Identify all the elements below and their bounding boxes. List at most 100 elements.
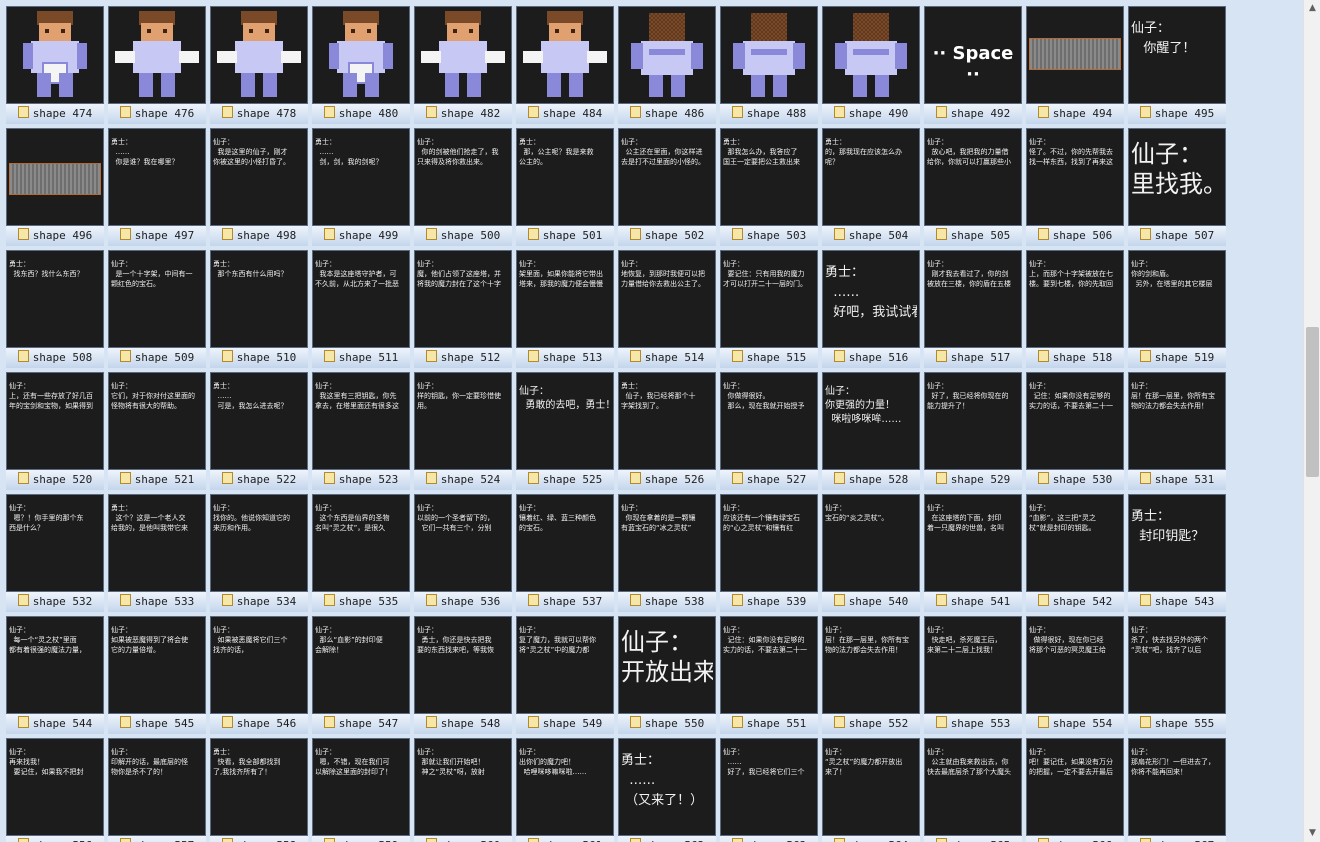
- shape-label[interactable]: shape 512: [414, 348, 512, 368]
- shape-label[interactable]: shape 510: [210, 348, 308, 368]
- shape-tile[interactable]: shape 496: [6, 128, 104, 246]
- shape-tile[interactable]: 仙子： 要记住：只有用我的魔力 才可以打开二十一层的门。 shape 515: [720, 250, 818, 368]
- shape-tile[interactable]: 仙子： 开放出来！ shape 550: [618, 616, 716, 734]
- shape-label[interactable]: shape 565: [924, 836, 1022, 842]
- shape-label[interactable]: shape 559: [312, 836, 410, 842]
- shape-tile[interactable]: 勇士： …… 你是谁？我在哪里？ shape 497: [108, 128, 206, 246]
- shape-tile[interactable]: 仙子： 我本是这座塔守护者，可 不久前，从北方来了一批恶 shape 511: [312, 250, 410, 368]
- shape-label[interactable]: shape 507: [1128, 226, 1226, 246]
- shape-label[interactable]: shape 539: [720, 592, 818, 612]
- shape-label[interactable]: shape 516: [822, 348, 920, 368]
- shape-label[interactable]: shape 498: [210, 226, 308, 246]
- shape-tile[interactable]: 仙子： 嗯，不错，现在我们可 以解除这里面的封印了！ shape 559: [312, 738, 410, 842]
- shape-label[interactable]: shape 520: [6, 470, 104, 490]
- shape-tile[interactable]: 勇士： …… 剑，剑，我的剑呢？ shape 499: [312, 128, 410, 246]
- shape-label[interactable]: shape 538: [618, 592, 716, 612]
- shape-label[interactable]: shape 515: [720, 348, 818, 368]
- shape-tile[interactable]: 仙子： 公主还在里面，你这样进 去是打不过里面的小怪的。 shape 502: [618, 128, 716, 246]
- shape-label[interactable]: shape 537: [516, 592, 614, 612]
- shape-label[interactable]: shape 536: [414, 592, 512, 612]
- shape-tile[interactable]: shape 488: [720, 6, 818, 124]
- shape-label[interactable]: shape 555: [1128, 714, 1226, 734]
- shape-label[interactable]: shape 556: [6, 836, 104, 842]
- shape-label[interactable]: shape 519: [1128, 348, 1226, 368]
- shape-label[interactable]: shape 499: [312, 226, 410, 246]
- shape-tile[interactable]: 勇士： 那个东西有什么用吗？ shape 510: [210, 250, 308, 368]
- shape-tile[interactable]: 仙子： 印解开的话，最底层的怪 物你是杀不了的！ shape 557: [108, 738, 206, 842]
- shape-tile[interactable]: 仙子： 记住：如果你没有足够的 实力的话，不要去第二十一 shape 530: [1026, 372, 1124, 490]
- shape-tile[interactable]: shape 494: [1026, 6, 1124, 124]
- shape-tile[interactable]: 仙子： 好了，我已经将你现在的 能力提升了！ shape 529: [924, 372, 1022, 490]
- shape-label[interactable]: shape 557: [108, 836, 206, 842]
- shape-tile[interactable]: 仙子： 镶着红、绿、蓝三种颜色 的宝石。 shape 537: [516, 494, 614, 612]
- shape-label[interactable]: shape 529: [924, 470, 1022, 490]
- shape-label[interactable]: shape 546: [210, 714, 308, 734]
- shape-label[interactable]: shape 521: [108, 470, 206, 490]
- shape-label[interactable]: shape 496: [6, 226, 104, 246]
- shape-tile[interactable]: 仙子： 勇士，你还是快去把我 要的东西找来吧，等我恢 shape 548: [414, 616, 512, 734]
- shape-tile[interactable]: 仙子： 上，而那个十字架被放在七 楼。要到七楼，你的先取回 shape 518: [1026, 250, 1124, 368]
- shape-tile[interactable]: 勇士： 封印钥匙？ shape 543: [1128, 494, 1226, 612]
- shape-tile[interactable]: 仙子： 宝石的“炎之灵杖”。 shape 540: [822, 494, 920, 612]
- shape-tile[interactable]: 仙子： 你的剑和盾。 另外，在塔里的其它楼层 shape 519: [1128, 250, 1226, 368]
- shape-tile[interactable]: 仙子： 层！在那一层里，你所有宝 物的法力都会失去作用！ shape 552: [822, 616, 920, 734]
- shape-tile[interactable]: 勇士： 快看，我全部都找到 了,我找齐所有了！ shape 558: [210, 738, 308, 842]
- shape-tile[interactable]: 仙子： 那扇花形门！一但进去了， 你将不能再回来！ shape 567: [1128, 738, 1226, 842]
- shape-tile[interactable]: 勇士： 找东西？找什么东西？ shape 508: [6, 250, 104, 368]
- shape-label[interactable]: shape 524: [414, 470, 512, 490]
- shape-tile[interactable]: 仙子： 嗯？！你手里的那个东 西是什么？ shape 532: [6, 494, 104, 612]
- shape-tile[interactable]: 仙子： 你现在拿着的是一颗镶 有蓝宝石的“冰之灵杖” shape 538: [618, 494, 716, 612]
- shape-label[interactable]: shape 544: [6, 714, 104, 734]
- shape-tile[interactable]: 仙子： 你做得很好。 那么，现在我就开始授予 shape 527: [720, 372, 818, 490]
- shape-tile[interactable]: 仙子： 以前的一个圣者留下的， 它们一共有三个，分别 shape 536: [414, 494, 512, 612]
- shape-label[interactable]: shape 482: [414, 104, 512, 124]
- shape-tile[interactable]: 仙子： 这个东西是仙界的圣物 名叫“灵之杖”，是很久 shape 535: [312, 494, 410, 612]
- shape-label[interactable]: shape 542: [1026, 592, 1124, 612]
- shape-tile[interactable]: shape 486: [618, 6, 716, 124]
- shape-tile[interactable]: 仙子： 里找我。 shape 507: [1128, 128, 1226, 246]
- shape-label[interactable]: shape 505: [924, 226, 1022, 246]
- shape-tile[interactable]: 仙子： 记住：如果你没有足够的 实力的话，不要去第二十一 shape 551: [720, 616, 818, 734]
- shape-label[interactable]: shape 532: [6, 592, 104, 612]
- shape-label[interactable]: shape 553: [924, 714, 1022, 734]
- shape-label[interactable]: shape 484: [516, 104, 614, 124]
- scroll-down-arrow-icon[interactable]: ▼: [1304, 825, 1320, 842]
- shape-tile[interactable]: 仙子： 你醒了！ shape 495: [1128, 6, 1226, 124]
- shape-label[interactable]: shape 561: [516, 836, 614, 842]
- shape-label[interactable]: shape 534: [210, 592, 308, 612]
- shape-tile[interactable]: 仙子： 地恢复，到那时我便可以把 力量借给你去救出公主了。 shape 514: [618, 250, 716, 368]
- shape-label[interactable]: shape 563: [720, 836, 818, 842]
- shape-label[interactable]: shape 486: [618, 104, 716, 124]
- shape-label[interactable]: shape 494: [1026, 104, 1124, 124]
- shape-tile[interactable]: 仙子： 在这座塔的下面，封印 着一只魔界的世兽，名叫 shape 541: [924, 494, 1022, 612]
- shape-tile[interactable]: shape 490: [822, 6, 920, 124]
- shape-tile[interactable]: 勇士： 那我怎么办，我答应了 国王一定要把公主救出来 shape 503: [720, 128, 818, 246]
- shape-label[interactable]: shape 480: [312, 104, 410, 124]
- shape-tile[interactable]: 仙子： 每一个“灵之杖”里面 都有着很强的魔法力量， shape 544: [6, 616, 104, 734]
- shape-label[interactable]: shape 517: [924, 348, 1022, 368]
- shape-tile[interactable]: 仙子： 你更强的力量！ 咪啦哆咪哞…… shape 528: [822, 372, 920, 490]
- shape-label[interactable]: shape 492: [924, 104, 1022, 124]
- shape-label[interactable]: shape 547: [312, 714, 410, 734]
- shape-label[interactable]: shape 558: [210, 836, 308, 842]
- shape-tile[interactable]: 仙子： 架里面，如果你能将它带出 塔来，那我的魔力便会慢慢 shape 513: [516, 250, 614, 368]
- shape-tile[interactable]: 仙子： 你的剑被他们抢走了，我 只来得及将你救出来。 shape 500: [414, 128, 512, 246]
- shape-label[interactable]: shape 548: [414, 714, 512, 734]
- shape-tile[interactable]: 勇士： …… （又来了！） shape 562: [618, 738, 716, 842]
- scrollbar-thumb[interactable]: [1306, 327, 1319, 477]
- shape-tile[interactable]: 勇士： 的，那我现在应该怎么办 呢？ shape 504: [822, 128, 920, 246]
- shape-tile[interactable]: shape 476: [108, 6, 206, 124]
- shape-label[interactable]: shape 514: [618, 348, 716, 368]
- shape-tile[interactable]: ·· Space ·· shape 492: [924, 6, 1022, 124]
- shape-tile[interactable]: 仙子： 怪了。不过，你的先帮我去 找一样东西，找到了再来这 shape 506: [1026, 128, 1124, 246]
- shape-tile[interactable]: 仙子： 是一个十字架，中间有一 颗红色的宝石。 shape 509: [108, 250, 206, 368]
- shape-label[interactable]: shape 509: [108, 348, 206, 368]
- shape-label[interactable]: shape 530: [1026, 470, 1124, 490]
- shape-tile[interactable]: shape 474: [6, 6, 104, 124]
- shape-tile[interactable]: 仙子： 杀了，快去找另外的两个 “灵杖”吧，找齐了以后 shape 555: [1128, 616, 1226, 734]
- shape-label[interactable]: shape 497: [108, 226, 206, 246]
- shape-tile[interactable]: 仙子： 上，还有一些存放了好几百 年的宝剑和宝物，如果得到 shape 520: [6, 372, 104, 490]
- shape-tile[interactable]: 仙子： 快走吧，杀死魔王后， 来第二十二层上找我！ shape 553: [924, 616, 1022, 734]
- shape-label[interactable]: shape 541: [924, 592, 1022, 612]
- shape-label[interactable]: shape 566: [1026, 836, 1124, 842]
